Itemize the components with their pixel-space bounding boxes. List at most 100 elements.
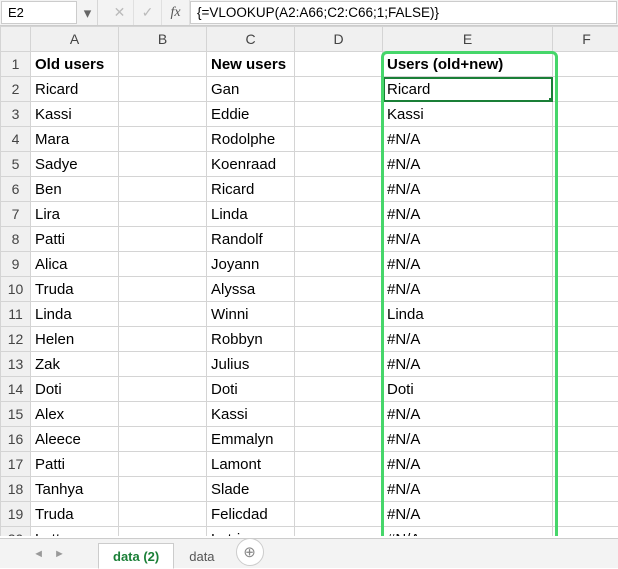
cell-C8[interactable]: Randolf	[207, 227, 295, 252]
row-header[interactable]: 12	[1, 327, 31, 352]
cell-C13[interactable]: Julius	[207, 352, 295, 377]
cell-D10[interactable]	[295, 277, 383, 302]
cell-E3[interactable]: Kassi	[383, 102, 553, 127]
cell-F5[interactable]	[553, 152, 618, 177]
cell-B14[interactable]	[119, 377, 207, 402]
new-sheet-button[interactable]: ⊕	[236, 538, 264, 566]
cell-A20[interactable]: Lotta	[31, 527, 119, 537]
cell-A15[interactable]: Alex	[31, 402, 119, 427]
col-header-A[interactable]: A	[31, 27, 119, 52]
cell-A5[interactable]: Sadye	[31, 152, 119, 177]
row-header[interactable]: 15	[1, 402, 31, 427]
cell-D19[interactable]	[295, 502, 383, 527]
cell-C11[interactable]: Winni	[207, 302, 295, 327]
cell-E16[interactable]: #N/A	[383, 427, 553, 452]
cell-F1[interactable]	[553, 52, 618, 77]
cell-A11[interactable]: Linda	[31, 302, 119, 327]
row-header[interactable]: 3	[1, 102, 31, 127]
cell-C18[interactable]: Slade	[207, 477, 295, 502]
row-header[interactable]: 16	[1, 427, 31, 452]
formula-input[interactable]: {=VLOOKUP(A2:A66;C2:C66;1;FALSE)}	[190, 1, 617, 24]
cell-C4[interactable]: Rodolphe	[207, 127, 295, 152]
fill-handle[interactable]	[549, 98, 553, 102]
cell-F7[interactable]	[553, 202, 618, 227]
row-header[interactable]: 13	[1, 352, 31, 377]
cell-A10[interactable]: Truda	[31, 277, 119, 302]
cell-E1[interactable]: Users (old+new)	[383, 52, 553, 77]
row-header[interactable]: 9	[1, 252, 31, 277]
cell-B10[interactable]	[119, 277, 207, 302]
cell-B18[interactable]	[119, 477, 207, 502]
cell-E19[interactable]: #N/A	[383, 502, 553, 527]
row-header[interactable]: 4	[1, 127, 31, 152]
cell-D7[interactable]	[295, 202, 383, 227]
row-header[interactable]: 10	[1, 277, 31, 302]
cell-D13[interactable]	[295, 352, 383, 377]
sheet-tab[interactable]: data	[174, 543, 229, 569]
cell-F16[interactable]	[553, 427, 618, 452]
cell-A8[interactable]: Patti	[31, 227, 119, 252]
cell-A1[interactable]: Old users	[31, 52, 119, 77]
cell-B4[interactable]	[119, 127, 207, 152]
cell-F15[interactable]	[553, 402, 618, 427]
cell-D9[interactable]	[295, 252, 383, 277]
tab-scroll-controls[interactable]: ◄ ►	[0, 539, 98, 568]
cell-B1[interactable]	[119, 52, 207, 77]
cell-B15[interactable]	[119, 402, 207, 427]
cell-E13[interactable]: #N/A	[383, 352, 553, 377]
row-header[interactable]: 14	[1, 377, 31, 402]
cell-F11[interactable]	[553, 302, 618, 327]
cell-D11[interactable]	[295, 302, 383, 327]
cell-F14[interactable]	[553, 377, 618, 402]
cell-C10[interactable]: Alyssa	[207, 277, 295, 302]
cell-B19[interactable]	[119, 502, 207, 527]
name-box-dropdown-icon[interactable]: ▾	[78, 0, 98, 25]
cell-C12[interactable]: Robbyn	[207, 327, 295, 352]
row-header[interactable]: 6	[1, 177, 31, 202]
row-header[interactable]: 5	[1, 152, 31, 177]
cell-F8[interactable]	[553, 227, 618, 252]
cell-D17[interactable]	[295, 452, 383, 477]
col-header-B[interactable]: B	[119, 27, 207, 52]
cell-A4[interactable]: Mara	[31, 127, 119, 152]
cell-D5[interactable]	[295, 152, 383, 177]
cell-C9[interactable]: Joyann	[207, 252, 295, 277]
cell-D15[interactable]	[295, 402, 383, 427]
cell-E12[interactable]: #N/A	[383, 327, 553, 352]
col-header-E[interactable]: E	[383, 27, 553, 52]
cell-D4[interactable]	[295, 127, 383, 152]
cell-C19[interactable]: Felicdad	[207, 502, 295, 527]
cell-D18[interactable]	[295, 477, 383, 502]
cell-D1[interactable]	[295, 52, 383, 77]
cell-B20[interactable]	[119, 527, 207, 537]
cell-C2[interactable]: Gan	[207, 77, 295, 102]
cell-D6[interactable]	[295, 177, 383, 202]
cell-E8[interactable]: #N/A	[383, 227, 553, 252]
cell-C5[interactable]: Koenraad	[207, 152, 295, 177]
cell-B12[interactable]	[119, 327, 207, 352]
cell-F13[interactable]	[553, 352, 618, 377]
cell-B16[interactable]	[119, 427, 207, 452]
cell-A7[interactable]: Lira	[31, 202, 119, 227]
cell-A12[interactable]: Helen	[31, 327, 119, 352]
cell-D3[interactable]	[295, 102, 383, 127]
cell-F17[interactable]	[553, 452, 618, 477]
cell-A2[interactable]: Ricard	[31, 77, 119, 102]
cell-F12[interactable]	[553, 327, 618, 352]
cell-E5[interactable]: #N/A	[383, 152, 553, 177]
cell-F4[interactable]	[553, 127, 618, 152]
cell-A19[interactable]: Truda	[31, 502, 119, 527]
cell-E4[interactable]: #N/A	[383, 127, 553, 152]
cell-B3[interactable]	[119, 102, 207, 127]
cell-C3[interactable]: Eddie	[207, 102, 295, 127]
cell-C6[interactable]: Ricard	[207, 177, 295, 202]
cell-B13[interactable]	[119, 352, 207, 377]
cell-E9[interactable]: #N/A	[383, 252, 553, 277]
row-header[interactable]: 19	[1, 502, 31, 527]
cell-E15[interactable]: #N/A	[383, 402, 553, 427]
cell-C20[interactable]: Latrina	[207, 527, 295, 537]
cell-D16[interactable]	[295, 427, 383, 452]
tab-scroll-left-icon[interactable]: ◄	[33, 548, 44, 560]
cell-E14[interactable]: Doti	[383, 377, 553, 402]
col-header-C[interactable]: C	[207, 27, 295, 52]
